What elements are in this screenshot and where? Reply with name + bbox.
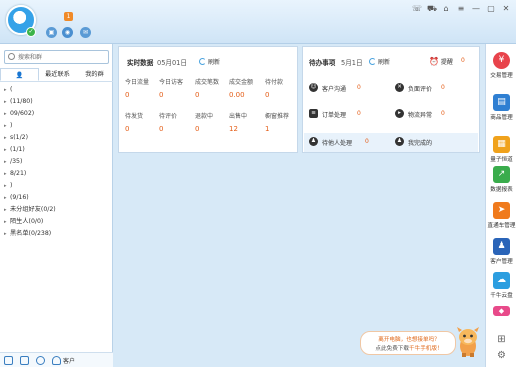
- minimize-button[interactable]: —: [472, 4, 480, 14]
- search-input[interactable]: [18, 52, 106, 63]
- search-box[interactable]: [4, 50, 109, 64]
- stat-window-recommend[interactable]: 橱窗推荐 1: [265, 111, 305, 133]
- todo-panel: 待办事项 5月1日 刷新 ⏰ 提醒 0 ☺ 客户沟通 0 ✕ 负面评价 0 ≡ 订单处理 0…: [302, 46, 480, 153]
- person-clock-icon: ♟: [309, 137, 318, 146]
- mail-icon[interactable]: ✉: [80, 27, 91, 38]
- customer-icon: ♟: [493, 238, 510, 255]
- list-item[interactable]: ▸ 陌生人(0/0): [0, 216, 113, 228]
- apps-grid-icon[interactable]: ⊞: [486, 334, 516, 345]
- contacts-panel: 👤 最近联系 我的群 ▸( ▸(11/80) ▸09/602) ▸) ▸s(1/…: [0, 44, 113, 367]
- sidebar-item-goods[interactable]: ▤ 商品管理: [486, 94, 516, 121]
- list-item[interactable]: ▸ 未分组好友(0/2): [0, 204, 113, 216]
- stat-pending-review[interactable]: 待评价 0: [159, 111, 199, 133]
- bag-icon: ◆: [493, 306, 510, 316]
- list-item[interactable]: ▸ s(1/2): [0, 132, 113, 144]
- promo-bubble[interactable]: 离开电脑，也想接单吗？ 点此免费下载千牛手机版！: [360, 331, 456, 355]
- list-item[interactable]: ▸ (1/1): [0, 144, 113, 156]
- realtime-data-panel: 实时数据 05月01日 刷新 今日流量 0 今日访客 0 成交笔数 0 成交金额 0.0…: [118, 46, 298, 153]
- panel-title: 实时数据: [127, 59, 154, 67]
- search-icon: [8, 53, 15, 60]
- list-item[interactable]: ▸/35): [0, 156, 113, 168]
- customer-icon[interactable]: [52, 355, 61, 365]
- todo-negative-review[interactable]: ✕ 负面评价 0: [395, 83, 475, 95]
- window-controls: ☏ ⛟ ⌂ ≡ — ▢ ✕: [412, 4, 510, 14]
- stat-pending-payment[interactable]: 待付款 0: [265, 77, 305, 99]
- panel-date: 5月1日: [341, 59, 363, 67]
- stat-on-sale[interactable]: 出售中 12: [229, 111, 269, 133]
- negative-review-icon: ✕: [395, 83, 404, 92]
- order-icon: ≡: [309, 109, 318, 118]
- cart-icon[interactable]: ⛟: [427, 4, 437, 14]
- tab-recent[interactable]: 最近联系: [39, 68, 76, 81]
- todo-order-processing[interactable]: ≡ 订单处理 0: [309, 109, 389, 121]
- reminder-count: 0: [461, 57, 465, 64]
- todo-customer-chat[interactable]: ☺ 客户沟通 0: [309, 83, 389, 95]
- report-icon: ↗: [493, 166, 510, 183]
- left-toolbar: 客户: [0, 352, 113, 367]
- chat-icon: ☺: [309, 83, 318, 92]
- trade-icon: ¥: [493, 52, 510, 69]
- notification-badge[interactable]: 1: [64, 12, 73, 21]
- list-item[interactable]: ▸ 黑名单(0/238): [0, 228, 113, 240]
- alarm-clock-icon: ⏰: [429, 57, 439, 66]
- tab-contacts[interactable]: 👤: [0, 68, 39, 81]
- globe-icon[interactable]: ◉: [62, 27, 73, 38]
- home-icon[interactable]: ⌂: [442, 4, 450, 14]
- top-bar: ✓ 1 ▣ ◉ ✉ ☏ ⛟ ⌂ ≡ — ▢ ✕: [0, 0, 516, 44]
- refresh-icon: [199, 58, 206, 65]
- cloud-icon: ☁: [493, 272, 510, 289]
- online-status-icon: ✓: [26, 27, 36, 37]
- settings-gear-icon[interactable]: ⚙: [486, 350, 516, 361]
- maximize-button[interactable]: ▢: [487, 4, 495, 14]
- sidebar-item-reports[interactable]: ↗ 数据报表: [486, 166, 516, 193]
- monitor-icon[interactable]: [20, 355, 29, 365]
- list-item[interactable]: ▸ 09/602): [0, 108, 113, 120]
- sidebar-item-customers[interactable]: ♟ 客户管理: [486, 238, 516, 265]
- stat-today-visitors[interactable]: 今日访客 0: [159, 77, 199, 99]
- panel-date: 05月01日: [157, 59, 187, 67]
- list-item[interactable]: ▸ (9/16): [0, 192, 113, 204]
- todo-others-handling[interactable]: ♟ 待他人处理 0: [309, 137, 389, 149]
- refresh-button[interactable]: 刷新: [199, 57, 220, 66]
- list-item[interactable]: ▸): [0, 180, 113, 192]
- car-icon: ➤: [493, 202, 510, 219]
- list-item[interactable]: ▸ (11/80): [0, 96, 113, 108]
- person-icon: 👤: [15, 72, 24, 79]
- contact-tabs: 👤 最近联系 我的群: [0, 68, 113, 82]
- refresh-icon: [369, 58, 376, 65]
- sidebar-item-express-car[interactable]: ➤ 直通车管理: [486, 202, 516, 229]
- panel-title: 待办事项: [309, 59, 336, 67]
- search-people-icon[interactable]: [36, 355, 45, 365]
- todo-completed-by-me[interactable]: ♟ 我完成的: [395, 137, 475, 149]
- sidebar-item-more[interactable]: ◆: [486, 306, 516, 316]
- sidebar-item-trade[interactable]: ¥ 交易管理: [486, 52, 516, 79]
- sidebar-item-quantum[interactable]: ▦ 量子恒道: [486, 136, 516, 163]
- reminder-button[interactable]: ⏰ 提醒: [429, 57, 453, 66]
- cow-mascot-icon[interactable]: [456, 324, 480, 358]
- tab-my-groups[interactable]: 我的群: [76, 68, 113, 81]
- menu-icon[interactable]: ≡: [457, 4, 465, 14]
- apps-icon[interactable]: [4, 355, 13, 365]
- phone-icon[interactable]: ☏: [412, 4, 422, 14]
- list-item[interactable]: ▸ 8/21): [0, 168, 113, 180]
- list-item[interactable]: ▸(: [0, 84, 113, 96]
- customer-label[interactable]: 客户: [63, 356, 75, 365]
- close-button[interactable]: ✕: [502, 4, 510, 14]
- pictures-icon[interactable]: ▣: [46, 27, 57, 38]
- refresh-button[interactable]: 刷新: [369, 57, 390, 66]
- truck-icon: ▸: [395, 109, 404, 118]
- chart-icon: ▦: [493, 136, 510, 153]
- group-list: ▸( ▸ (11/80) ▸ 09/602) ▸) ▸ s(1/2) ▸ (1/1) ▸…: [0, 84, 113, 240]
- todo-logistics-exception[interactable]: ▸ 物流异常 0: [395, 109, 475, 121]
- sidebar-item-cloud-disk[interactable]: ☁ 千牛云盘: [486, 272, 516, 299]
- stat-amount[interactable]: 成交金额 0.00: [229, 77, 269, 99]
- person-check-icon: ♟: [395, 137, 404, 146]
- goods-icon: ▤: [493, 94, 510, 111]
- right-sidebar: ¥ 交易管理 ▤ 商品管理 ▦ 量子恒道 ↗ 数据报表 ➤ 直通车管理 ♟ 客户管理 ☁ 千牛…: [485, 44, 516, 367]
- list-item[interactable]: ▸): [0, 120, 113, 132]
